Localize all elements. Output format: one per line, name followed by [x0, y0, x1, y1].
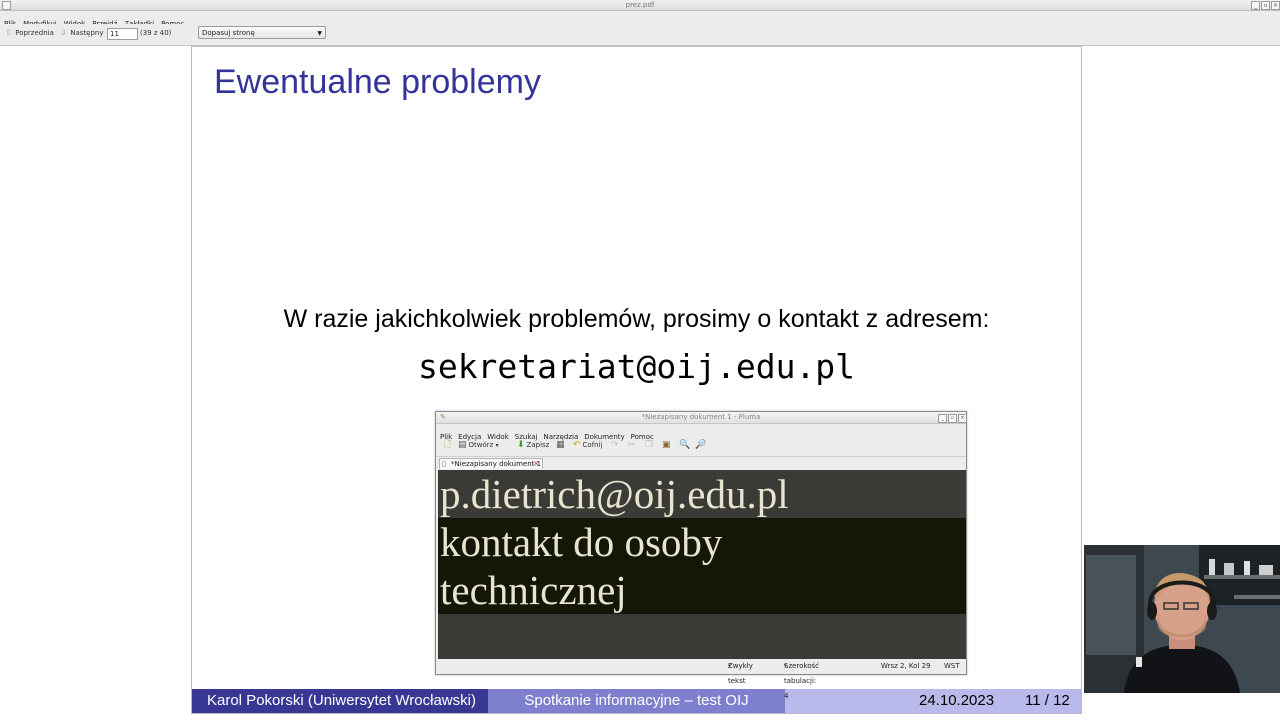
slide-text: W razie jakichkolwiek problemów, prosimy… — [283, 305, 990, 333]
chevron-down-icon: ▾ — [784, 663, 787, 669]
save-icon: ⬇ — [517, 440, 525, 450]
close-icon[interactable]: × — [1271, 1, 1280, 10]
pluma-close-icon: × — [958, 414, 967, 423]
pluma-toolbar: 🗋 ▤ Otwórz ▾ ⬇ Zapisz ▦ ↶ Cofnij ↷ ✂ ❐ ▣ 🔍 … — [436, 436, 966, 457]
pluma-undo-label: Cofnij — [582, 441, 603, 449]
document-icon: ▯ — [442, 460, 446, 468]
pluma-save: ⬇ Zapisz — [517, 439, 549, 452]
editor-line-2a: kontakt do osoby — [440, 519, 723, 565]
pluma-titlebar: ✎ *Niezapisany dokument 1 - Pluma _ ▫ × — [436, 412, 967, 424]
pluma-editor: p.dietrich@oij.edu.pl kontakt do osoby t… — [438, 470, 966, 659]
pluma-menubar: Plik Edycja Widok Szukaj Narzędzia Dokumenty P… — [436, 424, 966, 441]
footer-date: 24.10.2023 — [919, 692, 995, 709]
next-page-button[interactable]: ⇩ Następny — [60, 27, 103, 39]
footer-page: 11 / 12 — [1025, 692, 1070, 709]
slide-title: Ewentualne problemy — [214, 63, 541, 101]
editor-line-2: kontakt do osoby technicznej — [438, 518, 966, 614]
status-syntax-label: Zwykły tekst — [728, 662, 753, 685]
pluma-maximize-icon: ▫ — [948, 414, 957, 423]
webcam-video — [1084, 545, 1280, 693]
menubar: PlikModyfikujWidokPrzejdźZakładkiPomoc — [0, 11, 1280, 28]
next-page-label: Następny — [70, 29, 104, 37]
zoom-value: Dopasuj stronę — [202, 29, 255, 37]
folder-icon: ▤ — [458, 440, 467, 450]
editor-line-2b: technicznej — [440, 567, 627, 613]
zoom-select[interactable]: Dopasuj stronę ▼ — [198, 26, 326, 39]
footer-event: Spotkanie informacyjne – test OIJ — [488, 689, 785, 713]
arrow-up-icon: ⇧ — [5, 28, 12, 37]
pluma-title: *Niezapisany dokument 1 - Pluma — [641, 413, 761, 421]
pluma-open: ▤ Otwórz ▾ — [458, 439, 499, 452]
paste-icon: ▣ — [662, 440, 671, 450]
chevron-down-icon: ▾ — [728, 663, 731, 669]
tab-close-icon: ✕ — [533, 460, 539, 468]
new-document-icon: 🗋 — [444, 440, 452, 450]
undo-icon: ↶ — [573, 440, 581, 450]
cut-icon: ✂ — [628, 440, 636, 450]
chevron-down-icon: ▾ — [495, 442, 499, 449]
redo-icon: ↷ — [611, 440, 619, 450]
minimize-icon[interactable]: _ — [1251, 1, 1260, 10]
footer-date-page: 24.10.2023 11 / 12 — [785, 689, 1081, 713]
search-icon: 🔍 — [679, 440, 691, 450]
page-count: (39 z 40) — [140, 29, 172, 37]
arrow-down-icon: ⇩ — [60, 28, 67, 37]
pluma-open-label: Otwórz — [468, 441, 494, 449]
status-position: Wrsz 2, Kol 29 — [881, 662, 931, 670]
footer-author-text: Karol Pokorski (Uniwersytet Wrocławski) — [207, 692, 476, 709]
status-tabs-label: Szerokość tabulacji: 4 — [784, 662, 820, 700]
editor-line-1: p.dietrich@oij.edu.pl — [438, 470, 966, 518]
pluma-tab: ▯ *Niezapisany dokument 1 ✕ — [439, 458, 543, 469]
replace-icon: 🔎 — [695, 440, 707, 450]
pluma-tab-label: *Niezapisany dokument 1 — [451, 460, 542, 468]
pluma-save-label: Zapisz — [526, 441, 550, 449]
toolbar — [0, 24, 1280, 46]
prev-page-button[interactable]: ⇧ Poprzednia — [5, 27, 54, 39]
pluma-statusbar: Zwykły tekst ▾ Szerokość tabulacji: 4 ▾ … — [436, 659, 966, 700]
webcam-figure — [1084, 545, 1280, 693]
pluma-app-icon: ✎ — [440, 413, 446, 421]
window-title: prez.pdf — [625, 1, 655, 9]
chevron-down-icon: ▼ — [317, 30, 322, 37]
pluma-screenshot: ✎ *Niezapisany dokument 1 - Pluma _ ▫ × … — [435, 411, 967, 700]
slide-email: sekretariat@oij.edu.pl — [417, 347, 856, 386]
print-icon: ▦ — [556, 440, 565, 450]
pluma-undo: ↶ Cofnij — [573, 439, 603, 452]
footer-author: Karol Pokorski (Uniwersytet Wrocławski) — [192, 689, 488, 713]
maximize-icon[interactable]: ▫ — [1261, 1, 1270, 10]
page-number-input[interactable]: 11 — [107, 28, 138, 40]
copy-icon: ❐ — [645, 440, 654, 450]
window-titlebar: prez.pdf _ ▫ × — [0, 0, 1280, 11]
pluma-minimize-icon: _ — [938, 414, 947, 423]
slide-footer: Karol Pokorski (Uniwersytet Wrocławski) … — [192, 689, 1081, 713]
prev-page-label: Poprzednia — [15, 29, 54, 37]
status-mode: WST — [944, 662, 960, 670]
